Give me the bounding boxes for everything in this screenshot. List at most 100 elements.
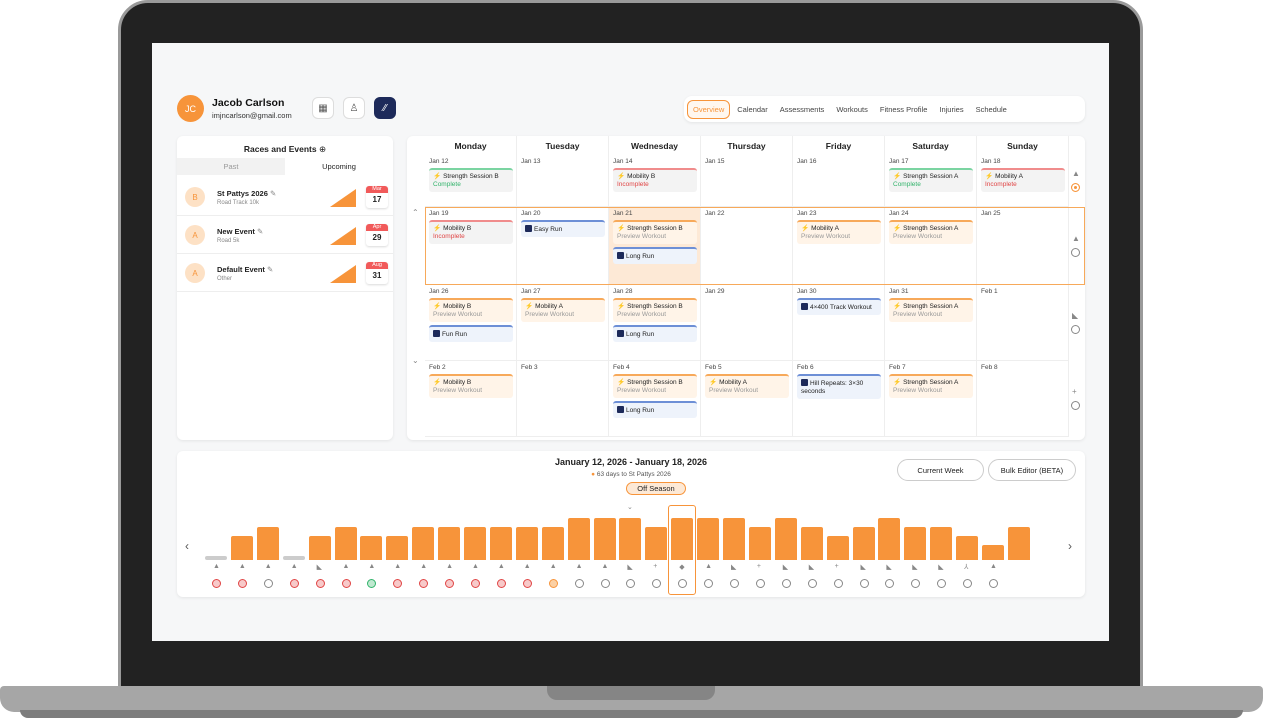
week-phase-icon[interactable]: + — [1072, 387, 1077, 396]
tab-fitness-profile[interactable]: Fitness Profile — [875, 101, 933, 118]
volume-bar[interactable] — [334, 527, 357, 560]
calendar-day-cell[interactable]: Jan 26 ⚡ Mobility B Preview Workout Fun Run — [425, 285, 517, 361]
workout-card[interactable]: ⚡ Mobility B Preview Workout — [429, 374, 513, 398]
workout-card[interactable]: Hill Repeats: 3×30 seconds — [797, 374, 881, 399]
week-status-dot[interactable] — [496, 579, 506, 588]
edit-icon[interactable]: ✎ — [265, 265, 273, 274]
tab-calendar[interactable]: Calendar — [732, 101, 772, 118]
week-status-dot[interactable] — [911, 579, 921, 588]
volume-bar[interactable] — [489, 527, 512, 560]
volume-bar[interactable] — [878, 518, 901, 560]
week-status-dot[interactable] — [755, 579, 765, 588]
bulk-editor-button[interactable]: Bulk Editor (BETA) — [988, 459, 1076, 481]
workout-card[interactable]: ⚡ Strength Session B Preview Workout — [613, 374, 697, 398]
volume-bar[interactable] — [697, 518, 720, 560]
calendar-day-cell[interactable]: Feb 4 ⚡ Strength Session B Preview Workout L… — [609, 361, 701, 437]
week-status-dot[interactable] — [263, 579, 273, 588]
volume-bar[interactable] — [1007, 527, 1030, 560]
week-status-dot[interactable] — [367, 579, 377, 588]
week-status-dot[interactable] — [704, 579, 714, 588]
volume-bar[interactable] — [593, 518, 616, 560]
season-badge[interactable]: Off Season — [626, 482, 686, 495]
week-select-radio[interactable] — [1071, 401, 1080, 410]
volume-bar[interactable] — [982, 545, 1004, 560]
workout-card[interactable]: 4×400 Track Workout — [797, 298, 881, 315]
workout-card[interactable]: ⚡ Mobility B Incomplete — [613, 168, 697, 192]
tab-past[interactable]: Past — [177, 158, 285, 175]
tab-overview[interactable]: Overview — [687, 99, 731, 119]
workout-card[interactable]: ⚡ Strength Session A Preview Workout — [889, 298, 973, 322]
week-phase-icon[interactable]: ▲ — [1072, 169, 1080, 178]
calendar-day-cell[interactable]: Feb 3 — [517, 361, 609, 437]
workout-card[interactable]: ⚡ Mobility A Preview Workout — [705, 374, 789, 398]
apps-grid-button[interactable]: ▦ — [312, 97, 334, 119]
edit-icon[interactable]: ✎ — [255, 227, 263, 236]
volume-bar[interactable] — [515, 527, 538, 560]
workout-card[interactable]: ⚡ Mobility A Incomplete — [981, 168, 1065, 192]
workout-card[interactable]: ⚡ Strength Session A Complete — [889, 168, 973, 192]
calendar-day-cell[interactable]: Feb 5 ⚡ Mobility A Preview Workout — [701, 361, 793, 437]
calendar-day-cell[interactable]: Jan 28 ⚡ Strength Session B Preview Workout… — [609, 285, 701, 361]
calendar-day-cell[interactable]: Jan 15 — [701, 155, 793, 207]
volume-bar[interactable] — [619, 518, 642, 560]
week-status-dot[interactable] — [652, 579, 662, 588]
week-status-dot[interactable] — [730, 579, 739, 588]
calendar-day-cell[interactable]: Feb 6 Hill Repeats: 3×30 seconds — [793, 361, 885, 437]
tab-workouts[interactable]: Workouts — [831, 101, 873, 118]
week-phase-icon[interactable]: ◣ — [1072, 311, 1078, 320]
volume-bar[interactable] — [360, 536, 383, 560]
volume-bar[interactable] — [256, 527, 279, 560]
week-status-dot[interactable] — [315, 579, 325, 588]
week-status-dot[interactable] — [937, 579, 947, 588]
next-arrow-icon[interactable]: › — [1068, 539, 1072, 553]
week-status-dot[interactable] — [885, 579, 895, 588]
week-status-dot[interactable] — [522, 579, 532, 588]
calendar-day-cell[interactable]: Jan 13 — [517, 155, 609, 207]
chevron-up-icon[interactable]: ⌃ — [412, 208, 419, 217]
volume-bar[interactable] — [645, 527, 668, 560]
week-status-dot[interactable] — [341, 579, 351, 588]
add-event-icon[interactable]: ⊕ — [319, 144, 326, 154]
volume-bar[interactable] — [904, 527, 927, 560]
week-status-dot[interactable] — [237, 579, 247, 588]
volume-bar[interactable] — [541, 527, 564, 560]
week-status-dot[interactable] — [626, 579, 636, 588]
volume-bar[interactable] — [826, 536, 849, 560]
week-status-dot[interactable] — [419, 579, 429, 588]
add-user-button[interactable]: ♙ — [343, 97, 365, 119]
week-status-dot[interactable] — [859, 579, 869, 588]
week-status-dot[interactable] — [833, 579, 843, 588]
week-status-dot[interactable] — [471, 579, 480, 588]
week-status-dot[interactable] — [807, 579, 817, 588]
list-item[interactable]: A Default Event ✎ Other 3 Aug 31 — [177, 255, 393, 292]
volume-bar[interactable] — [567, 518, 590, 560]
brand-logo-button[interactable]: ⁄⁄ — [374, 97, 396, 119]
edit-icon[interactable]: ✎ — [268, 189, 276, 198]
volume-bar[interactable] — [774, 518, 797, 560]
tab-schedule[interactable]: Schedule — [971, 101, 1012, 118]
list-item[interactable]: B St Pattys 2026 ✎ Road Track 10k 2 Mar 17 — [177, 179, 393, 216]
calendar-day-cell[interactable]: Jan 18 ⚡ Mobility A Incomplete — [977, 155, 1069, 207]
workout-card[interactable]: ⚡ Mobility A Preview Workout — [521, 298, 605, 322]
volume-bar[interactable] — [308, 536, 331, 560]
volume-bar[interactable] — [852, 527, 875, 560]
week-status-dot[interactable] — [289, 579, 299, 588]
tab-assessments[interactable]: Assessments — [775, 101, 830, 118]
week-status-dot[interactable] — [212, 579, 221, 588]
week-status-dot[interactable] — [963, 579, 973, 588]
calendar-day-cell[interactable]: Jan 17 ⚡ Strength Session A Complete — [885, 155, 977, 207]
volume-bar[interactable] — [930, 527, 953, 560]
calendar-day-cell[interactable]: Jan 31 ⚡ Strength Session A Preview Workout — [885, 285, 977, 361]
tab-upcoming[interactable]: Upcoming — [285, 158, 393, 175]
volume-bar[interactable] — [412, 527, 435, 560]
workout-card[interactable]: Long Run — [613, 401, 697, 418]
calendar-day-cell[interactable]: Jan 16 — [793, 155, 885, 207]
workout-card[interactable]: ⚡ Strength Session A Preview Workout — [889, 374, 973, 398]
list-item[interactable]: A New Event ✎ Road 5k 3 Apr 29 — [177, 217, 393, 254]
workout-card[interactable]: ⚡ Strength Session B Preview Workout — [613, 298, 697, 322]
calendar-day-cell[interactable]: Feb 8 — [977, 361, 1069, 437]
volume-bar[interactable] — [386, 536, 409, 560]
week-status-dot[interactable] — [393, 579, 403, 588]
volume-bar[interactable] — [464, 527, 486, 560]
volume-bar[interactable] — [230, 536, 253, 560]
